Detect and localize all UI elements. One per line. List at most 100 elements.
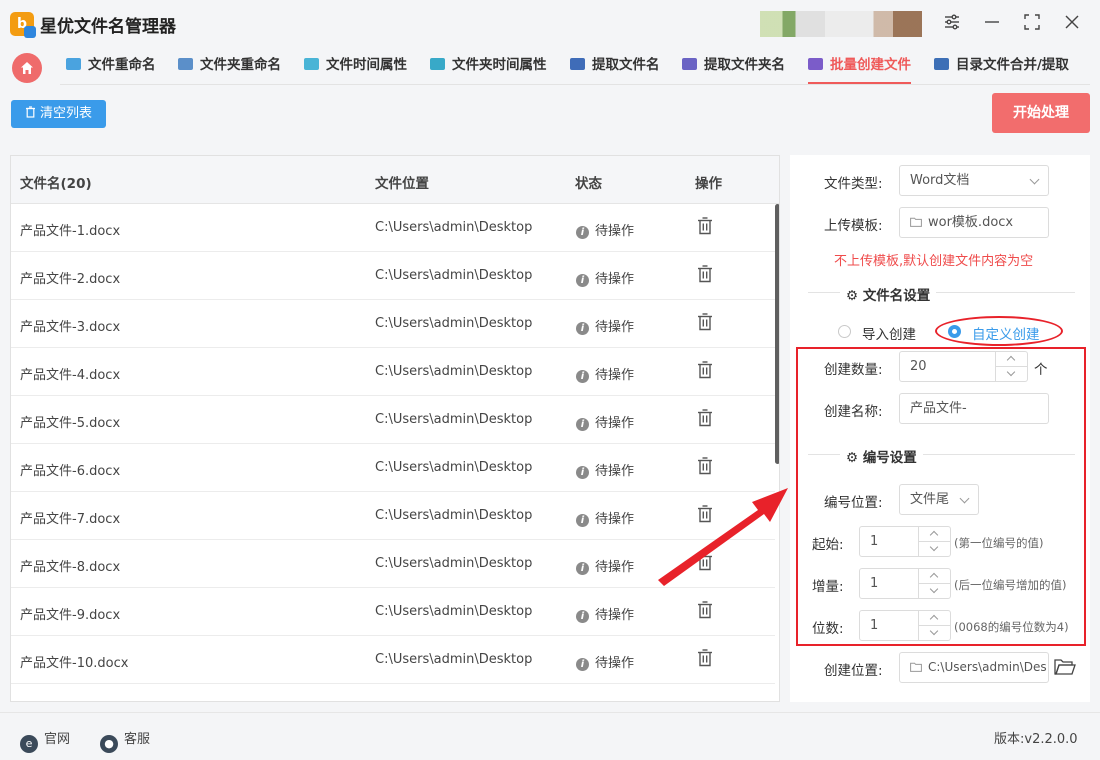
table-row[interactable]: 产品文件-5.docx C:\Users\admin\Desktop i 待操作	[11, 396, 775, 444]
info-icon: i	[576, 610, 589, 623]
close-icon[interactable]	[1062, 13, 1082, 33]
table-row[interactable]: 产品文件-3.docx C:\Users\admin\Desktop i 待操作	[11, 300, 775, 348]
row-filename: 产品文件-9.docx	[20, 608, 121, 623]
image-icon	[66, 58, 81, 70]
row-status: i 待操作	[576, 460, 634, 479]
support-link[interactable]: ● 客服	[100, 728, 150, 753]
delete-trash-icon[interactable]	[697, 361, 713, 383]
version-label: 版本:v2.2.0.0	[994, 732, 1078, 747]
table-row[interactable]: 产品文件-1.docx C:\Users\admin\Desktop i 待操作	[11, 204, 775, 252]
info-icon: i	[576, 370, 589, 383]
layers-icon	[430, 58, 445, 70]
annotation-arrow-icon	[658, 488, 788, 586]
row-location: C:\Users\admin\Desktop	[375, 652, 533, 667]
folder-icon	[910, 217, 922, 227]
row-filename: 产品文件-6.docx	[20, 464, 121, 479]
table-row[interactable]: 产品文件-9.docx C:\Users\admin\Desktop i 待操作	[11, 588, 775, 636]
trash-icon	[25, 106, 35, 118]
delete-trash-icon[interactable]	[697, 649, 713, 671]
row-location: C:\Users\admin\Desktop	[375, 220, 533, 235]
file-table: 文件名(20) 文件位置 状态 操作 产品文件-1.docx C:\Users\a…	[10, 155, 780, 702]
document-icon	[570, 58, 585, 70]
row-status: i 待操作	[576, 220, 634, 239]
table-scrollbar[interactable]	[775, 204, 779, 464]
row-filename: 产品文件-5.docx	[20, 416, 121, 431]
tab-file-rename[interactable]: 文件重命名	[66, 46, 156, 86]
app-title: 星优文件名管理器	[40, 17, 176, 37]
template-warning: 不上传模板,默认创建文件内容为空	[834, 254, 1034, 269]
table-row[interactable]: 产品文件-2.docx C:\Users\admin\Desktop i 待操作	[11, 252, 775, 300]
template-upload-field[interactable]: wor模板.docx	[899, 207, 1049, 238]
table-row[interactable]: 产品文件-4.docx C:\Users\admin\Desktop i 待操作	[11, 348, 775, 396]
chevron-down-icon	[1029, 174, 1040, 185]
info-icon: i	[576, 466, 589, 479]
info-icon: i	[576, 418, 589, 431]
delete-trash-icon[interactable]	[697, 409, 713, 431]
info-icon: i	[576, 658, 589, 671]
import-create-radio[interactable]	[838, 325, 851, 338]
folder-image-icon	[178, 58, 193, 70]
row-location: C:\Users\admin\Desktop	[375, 460, 533, 475]
tab-batch-create-files[interactable]: 批量创建文件	[808, 46, 911, 86]
row-filename: 产品文件-8.docx	[20, 560, 121, 575]
row-filename: 产品文件-7.docx	[20, 512, 121, 527]
row-filename: 产品文件-4.docx	[20, 368, 121, 383]
delete-trash-icon[interactable]	[697, 313, 713, 335]
minimize-icon[interactable]	[982, 13, 1002, 33]
header-location: 文件位置	[375, 176, 429, 192]
main-nav: 文件重命名 文件夹重命名 文件时间属性 文件夹时间属性 提取文件名 提取文件夹名…	[0, 46, 1100, 86]
open-folder-icon[interactable]	[1054, 657, 1076, 681]
nav-divider	[60, 84, 1090, 85]
delete-trash-icon[interactable]	[697, 457, 713, 479]
row-location: C:\Users\admin\Desktop	[375, 412, 533, 427]
app-logo-icon: b	[10, 12, 36, 38]
info-icon: i	[576, 322, 589, 335]
layers-icon	[304, 58, 319, 70]
header-action: 操作	[695, 176, 722, 192]
location-field[interactable]: C:\Users\admin\Des	[899, 652, 1049, 683]
import-create-label[interactable]: 导入创建	[862, 323, 916, 343]
row-filename: 产品文件-3.docx	[20, 320, 121, 335]
annotation-box	[796, 347, 1086, 646]
table-header: 文件名(20) 文件位置 状态 操作	[11, 156, 779, 204]
row-status: i 待操作	[576, 604, 634, 623]
book-icon	[934, 58, 949, 70]
maximize-icon[interactable]	[1022, 13, 1042, 33]
status-bar: e 官网 ● 客服 版本:v2.2.0.0	[0, 712, 1100, 760]
info-icon: i	[576, 274, 589, 287]
home-button[interactable]	[12, 53, 42, 83]
row-filename: 产品文件-2.docx	[20, 272, 121, 287]
row-location: C:\Users\admin\Desktop	[375, 508, 533, 523]
start-processing-button[interactable]: 开始处理	[992, 93, 1090, 133]
tab-folder-time-attributes[interactable]: 文件夹时间属性	[430, 46, 547, 86]
delete-trash-icon[interactable]	[697, 217, 713, 239]
settings-sliders-icon[interactable]	[942, 13, 962, 33]
row-location: C:\Users\admin\Desktop	[375, 364, 533, 379]
chat-bubble-icon: ●	[100, 735, 118, 753]
clear-list-button[interactable]: 清空列表	[11, 100, 106, 128]
tab-extract-filenames[interactable]: 提取文件名	[570, 46, 660, 86]
tab-directory-merge-extract[interactable]: 目录文件合并/提取	[934, 46, 1069, 86]
row-status: i 待操作	[576, 508, 634, 527]
row-filename: 产品文件-1.docx	[20, 224, 121, 239]
user-avatar[interactable]	[760, 11, 922, 37]
template-label: 上传模板:	[824, 218, 883, 234]
delete-trash-icon[interactable]	[697, 265, 713, 287]
filename-settings-title: ⚙ 文件名设置	[840, 284, 937, 304]
row-status: i 待操作	[576, 652, 634, 671]
location-label: 创建位置:	[824, 663, 883, 679]
info-icon: i	[576, 226, 589, 239]
row-location: C:\Users\admin\Desktop	[375, 604, 533, 619]
annotation-ellipse	[935, 316, 1063, 346]
table-row[interactable]: 产品文件-10.docx C:\Users\admin\Desktop i 待操作	[11, 636, 775, 684]
tab-folder-rename[interactable]: 文件夹重命名	[178, 46, 281, 86]
file-type-select[interactable]: Word文档	[899, 165, 1049, 196]
header-filename: 文件名(20)	[20, 176, 92, 192]
delete-trash-icon[interactable]	[697, 601, 713, 623]
row-location: C:\Users\admin\Desktop	[375, 316, 533, 331]
tab-file-time-attributes[interactable]: 文件时间属性	[304, 46, 407, 86]
tab-extract-folder-names[interactable]: 提取文件夹名	[682, 46, 785, 86]
website-link[interactable]: e 官网	[20, 728, 70, 753]
info-icon: i	[576, 562, 589, 575]
row-status: i 待操作	[576, 556, 634, 575]
